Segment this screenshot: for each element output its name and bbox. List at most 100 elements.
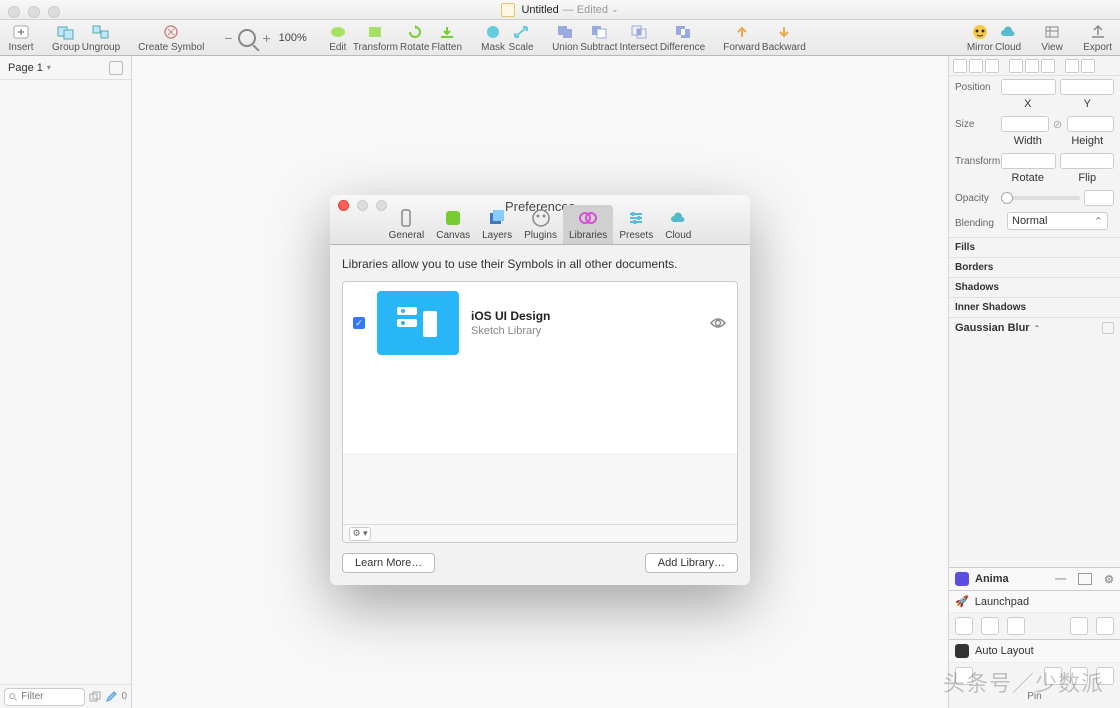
lock-icon[interactable]: ⊘ <box>1053 118 1063 131</box>
create-symbol-button[interactable]: Create Symbol <box>138 23 204 53</box>
duplicate-icon[interactable] <box>89 691 101 703</box>
rotate-input[interactable] <box>1001 153 1056 169</box>
position-y-input[interactable] <box>1060 79 1115 95</box>
height-input[interactable] <box>1067 116 1115 132</box>
insert-button[interactable]: Insert <box>8 23 34 53</box>
difference-button[interactable]: Difference <box>660 23 705 53</box>
inner-shadows-section[interactable]: Inner Shadows <box>949 297 1120 317</box>
shadows-section[interactable]: Shadows <box>949 277 1120 297</box>
lp-btn-5[interactable] <box>1096 617 1114 635</box>
page-selector[interactable]: Page 1 ▾ <box>0 56 131 80</box>
filter-field[interactable] <box>4 688 85 706</box>
borders-section[interactable]: Borders <box>949 257 1120 277</box>
distribute-h-icon[interactable] <box>1065 59 1079 73</box>
launchpad-section[interactable]: 🚀Launchpad <box>949 590 1120 612</box>
tab-general[interactable]: General <box>383 205 431 244</box>
search-icon <box>9 692 17 702</box>
watermark: 头条号／少数派 <box>943 666 1104 698</box>
blur-checkbox[interactable] <box>1102 322 1114 334</box>
position-x-input[interactable] <box>1001 79 1056 95</box>
lp-btn-3[interactable] <box>1007 617 1025 635</box>
artboard-icon[interactable] <box>109 61 123 75</box>
x-sublabel: X <box>1001 98 1055 110</box>
rotate-button[interactable]: Rotate <box>400 23 429 53</box>
tab-canvas[interactable]: Canvas <box>430 205 476 244</box>
blur-section[interactable]: Gaussian Blur⌃ <box>949 317 1120 338</box>
flip-controls[interactable] <box>1060 153 1115 169</box>
opacity-input[interactable] <box>1084 190 1114 206</box>
library-row[interactable]: ✓ iOS UI Design Sketch Library <box>343 282 737 364</box>
transform-button[interactable]: Transform <box>353 23 398 53</box>
preview-icon[interactable] <box>709 314 727 332</box>
library-options-button[interactable]: ⚙ ▾ <box>349 527 371 541</box>
anima-icon <box>955 572 969 586</box>
chevron-down-icon: ▾ <box>47 63 51 72</box>
zoom-dot[interactable] <box>48 6 60 18</box>
auto-layout-section[interactable]: Auto Layout <box>949 639 1120 662</box>
align-hcenter-icon[interactable] <box>969 59 983 73</box>
subtract-button[interactable]: Subtract <box>580 23 617 53</box>
magnifier-icon[interactable] <box>238 29 256 47</box>
tab-plugins[interactable]: Plugins <box>518 205 563 244</box>
fills-section[interactable]: Fills <box>949 237 1120 257</box>
forward-button[interactable]: Forward <box>723 23 760 53</box>
layer-tree[interactable] <box>0 80 131 684</box>
lp-btn-4[interactable] <box>1070 617 1088 635</box>
align-bottom-icon[interactable] <box>1041 59 1055 73</box>
align-row <box>949 56 1120 76</box>
transform-label: Transform <box>955 156 997 167</box>
pencil-icon[interactable] <box>105 691 117 703</box>
zoom-control: − + 100% <box>222 29 307 47</box>
size-label: Size <box>955 119 997 130</box>
learn-more-button[interactable]: Learn More… <box>342 553 435 573</box>
close-dot[interactable] <box>8 6 20 18</box>
library-checkbox[interactable]: ✓ <box>353 317 365 329</box>
ungroup-button[interactable]: Ungroup <box>82 23 120 53</box>
title-chevron-icon[interactable]: ⌄ <box>611 4 619 15</box>
zoom-in-button[interactable]: + <box>260 30 272 46</box>
document-title: Untitled <box>521 4 558 16</box>
mask-button[interactable]: Mask <box>480 23 506 53</box>
titlebar: Untitled — Edited ⌄ <box>0 0 1120 20</box>
lp-btn-2[interactable] <box>981 617 999 635</box>
align-top-icon[interactable] <box>1009 59 1023 73</box>
distribute-v-icon[interactable] <box>1081 59 1095 73</box>
zoom-value: 100% <box>279 32 307 44</box>
gear-icon[interactable]: ⚙ <box>1104 573 1114 586</box>
width-input[interactable] <box>1001 116 1049 132</box>
filter-input[interactable] <box>21 691 80 702</box>
collapse-icon[interactable] <box>1078 573 1092 585</box>
edit-button[interactable]: Edit <box>325 23 351 53</box>
group-button[interactable]: Group <box>52 23 80 53</box>
zoom-out-button[interactable]: − <box>222 30 234 46</box>
blend-mode-select[interactable]: Normal⌃ <box>1007 212 1108 230</box>
export-button[interactable]: Export <box>1083 23 1112 53</box>
align-vcenter-icon[interactable] <box>1025 59 1039 73</box>
libraries-list-footer: ⚙ ▾ <box>343 524 737 542</box>
union-button[interactable]: Union <box>552 23 578 53</box>
lp-btn-1[interactable] <box>955 617 973 635</box>
add-library-button[interactable]: Add Library… <box>645 553 738 573</box>
width-sublabel: Width <box>1001 135 1055 147</box>
align-left-icon[interactable] <box>953 59 967 73</box>
tab-cloud[interactable]: Cloud <box>659 205 697 244</box>
mirror-button[interactable]: Mirror <box>967 23 993 53</box>
backward-button[interactable]: Backward <box>762 23 806 53</box>
opacity-slider[interactable] <box>1001 196 1080 200</box>
flatten-button[interactable]: Flatten <box>431 23 462 53</box>
library-name: iOS UI Design <box>471 309 697 323</box>
intersect-button[interactable]: Intersect <box>619 23 657 53</box>
page-name: Page 1 <box>8 62 43 74</box>
tab-libraries[interactable]: Libraries <box>563 205 613 244</box>
document-icon <box>501 3 515 17</box>
inspector: Position XY Size⊘ WidthHeight Transform … <box>948 56 1120 708</box>
align-right-icon[interactable] <box>985 59 999 73</box>
minimize-icon[interactable]: — <box>1055 573 1066 585</box>
anima-plugin-header[interactable]: Anima—⚙ <box>949 567 1120 590</box>
view-button[interactable]: View <box>1039 23 1065 53</box>
tab-presets[interactable]: Presets <box>613 205 659 244</box>
scale-button[interactable]: Scale <box>508 23 534 53</box>
tab-layers[interactable]: Layers <box>476 205 518 244</box>
minimize-dot[interactable] <box>28 6 40 18</box>
cloud-button[interactable]: Cloud <box>995 23 1021 53</box>
